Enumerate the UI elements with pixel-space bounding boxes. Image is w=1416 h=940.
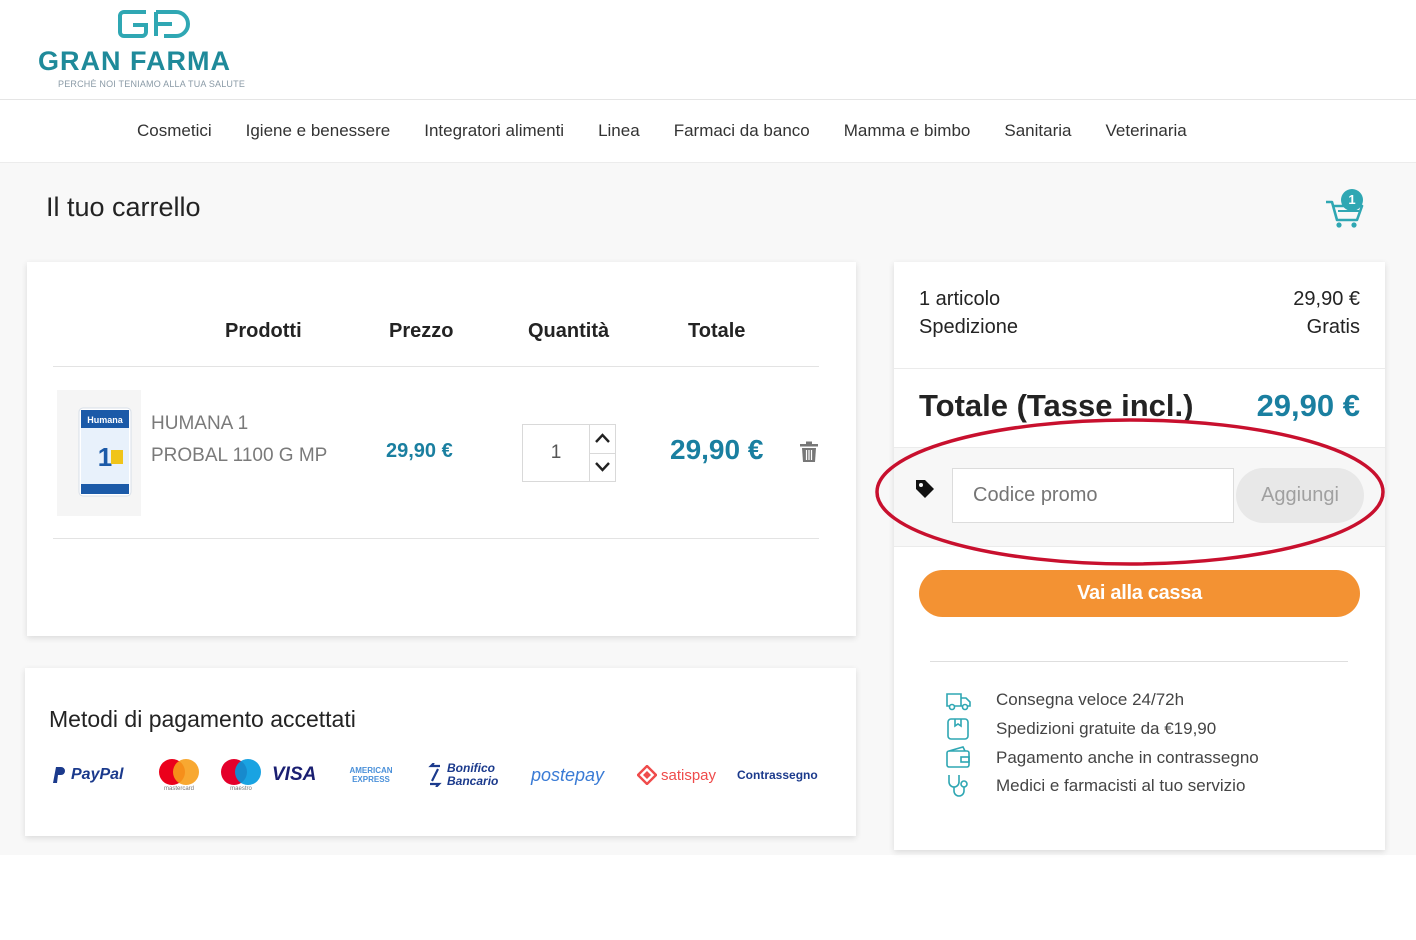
nav-item-farmaci[interactable]: Farmaci da banco — [657, 121, 827, 141]
feature-cod-payment: Pagamento anche in contrassegno — [944, 745, 1259, 771]
payment-methods-card: Metodi di pagamento accettati PayPal mas… — [25, 668, 856, 836]
wallet-icon — [946, 746, 970, 768]
column-header-total: Totale — [688, 320, 746, 342]
nav-item-cosmetici[interactable]: Cosmetici — [120, 121, 229, 141]
package-icon — [947, 718, 969, 740]
site-header: GRAN FARMA PERCHÈ NOI TENIAMO ALLA TUA S… — [0, 0, 1416, 100]
stethoscope-icon — [948, 775, 968, 797]
product-name-line1: HUMANA 1 — [151, 413, 249, 434]
product-image-number: 1 — [98, 442, 112, 472]
brand-logo[interactable]: GRAN FARMA PERCHÈ NOI TENIAMO ALLA TUA S… — [38, 8, 278, 92]
checkout-button[interactable]: Vai alla cassa — [919, 570, 1360, 617]
features-divider — [930, 661, 1348, 662]
quantity-input[interactable]: 1 — [523, 425, 590, 481]
contrassegno-logo: Contrassegno — [737, 768, 818, 782]
bonifico-logo: Bonifico Bancario — [426, 762, 531, 788]
chevron-up-icon[interactable] — [590, 425, 615, 452]
feature-text: Medici e farmacisti al tuo servizio — [996, 776, 1246, 795]
paypal-logo: PayPal — [51, 766, 148, 784]
cart-card: Prodotti Prezzo Quantità Totale Humana 1… — [27, 262, 856, 636]
add-promo-button[interactable]: Aggiungi — [1236, 468, 1364, 523]
bonifico-label: Bonifico Bancario — [447, 761, 499, 788]
nav-item-linea[interactable]: Linea — [581, 121, 657, 141]
column-header-quantity: Quantità — [528, 320, 610, 342]
column-header-products: Prodotti — [225, 320, 302, 342]
paypal-label: PayPal — [71, 766, 124, 783]
main-nav: Cosmetici Igiene e benessere Integratori… — [0, 100, 1416, 163]
nav-item-integratori[interactable]: Integratori alimenti — [407, 121, 581, 141]
nav-item-veterinaria[interactable]: Veterinaria — [1088, 121, 1203, 141]
maestro-label: maestro — [230, 786, 252, 792]
quantity-stepper[interactable]: 1 — [522, 424, 616, 482]
visa-logo: VISA — [272, 764, 340, 786]
nav-items: Cosmetici Igiene e benessere Integratori… — [120, 100, 1204, 162]
feature-text: Consegna veloce 24/72h — [996, 690, 1185, 709]
nav-item-sanitaria[interactable]: Sanitaria — [987, 121, 1088, 141]
product-total: 29,90 € — [670, 434, 764, 465]
cart-count-badge: 1 — [1341, 189, 1363, 211]
nav-item-mamma[interactable]: Mamma e bimbo — [827, 121, 988, 141]
contrassegno-label: Contrassegno — [737, 768, 818, 782]
payment-methods-title: Metodi di pagamento accettati — [49, 706, 356, 732]
satispay-icon — [637, 765, 657, 785]
feature-text: Spedizioni gratuite da €19,90 — [996, 719, 1217, 738]
header-divider — [53, 366, 819, 367]
feature-text: Pagamento anche in contrassegno — [996, 748, 1259, 767]
satispay-logo: satispay — [637, 765, 737, 785]
paypal-icon — [53, 767, 65, 783]
amex-label: AMERICAN EXPRESS — [349, 766, 393, 784]
transfer-icon — [428, 763, 442, 787]
tag-icon — [916, 480, 934, 498]
brand-name: GRAN FARMA — [38, 46, 231, 76]
summary-shipping-value: Gratis — [1306, 316, 1360, 338]
maestro-icon — [221, 759, 261, 785]
summary-articles-label: 1 articolo — [919, 288, 1001, 310]
summary-articles-value: 29,90 € — [1293, 288, 1360, 310]
summary-total-label: Totale (Tasse incl.) — [919, 388, 1194, 423]
logo-mark-icon — [118, 10, 190, 38]
promo-code-input[interactable] — [952, 468, 1234, 523]
feature-fast-delivery: Consegna veloce 24/72h — [944, 687, 1184, 713]
amex-logo: AMERICAN EXPRESS — [340, 766, 426, 784]
page-title: Il tuo carrello — [46, 192, 201, 222]
mastercard-icon — [159, 759, 199, 785]
maestro-logo: maestro — [210, 758, 272, 792]
nav-item-igiene[interactable]: Igiene e benessere — [229, 121, 408, 141]
promo-code-section: Aggiungi — [894, 447, 1385, 547]
product-image[interactable]: Humana 1 — [57, 390, 141, 516]
column-header-price: Prezzo — [389, 320, 454, 342]
postepay-label: postepay — [531, 764, 605, 785]
product-name[interactable]: HUMANA 1 PROBAL 1100 G MP — [151, 408, 351, 472]
chevron-down-icon[interactable] — [590, 453, 615, 481]
feature-free-shipping: Spedizioni gratuite da €19,90 — [944, 716, 1216, 742]
summary-articles-row: 1 articolo 29,90 € — [919, 288, 1360, 311]
payment-logos: PayPal mastercard maestro VISA AMERICAN … — [51, 758, 818, 792]
summary-divider — [894, 368, 1385, 369]
product-image-brand: Humana — [87, 415, 124, 425]
order-summary-card: 1 articolo 29,90 € Spedizione Gratis Tot… — [894, 262, 1385, 850]
visa-label: VISA — [272, 764, 317, 785]
truck-icon — [946, 693, 971, 711]
trash-icon[interactable] — [799, 441, 819, 463]
row-divider — [53, 538, 819, 539]
mastercard-logo: mastercard — [148, 758, 210, 792]
summary-shipping-label: Spedizione — [919, 316, 1018, 338]
product-name-line2: PROBAL 1100 G MP — [151, 445, 328, 466]
satispay-label: satispay — [661, 766, 717, 784]
summary-shipping-row: Spedizione Gratis — [919, 316, 1360, 339]
summary-total-value: 29,90 € — [1256, 388, 1360, 423]
product-price: 29,90 € — [386, 440, 453, 462]
postepay-logo: postepay — [531, 765, 637, 786]
mastercard-label: mastercard — [163, 786, 194, 792]
brand-tagline: PERCHÈ NOI TENIAMO ALLA TUA SALUTE — [58, 79, 246, 89]
feature-medical-support: Medici e farmacisti al tuo servizio — [944, 773, 1245, 799]
